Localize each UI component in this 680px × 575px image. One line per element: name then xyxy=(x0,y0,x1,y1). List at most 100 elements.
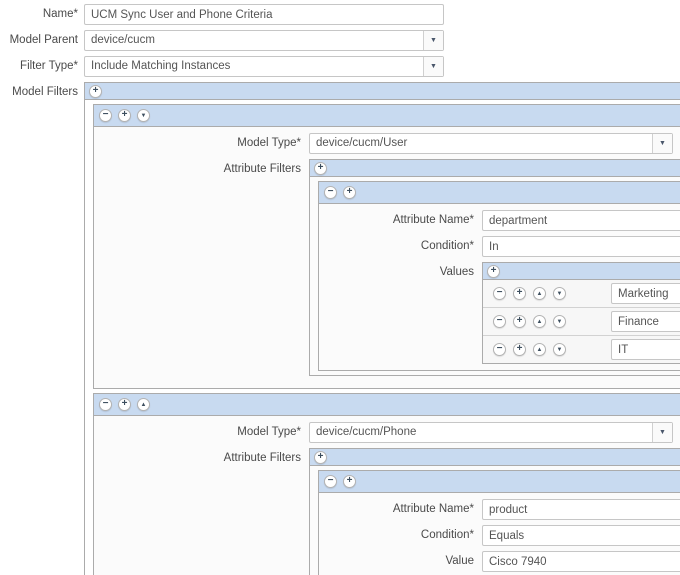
add-attribute-filter-button[interactable]: + xyxy=(343,186,356,199)
add-model-filter-button[interactable]: + xyxy=(89,84,102,98)
attribute-name-label: Attribute Name* xyxy=(392,503,474,515)
plus-icon: + xyxy=(317,450,324,462)
filter-type-label: Filter Type* xyxy=(20,60,78,72)
attribute-filters-container: + − + Attribute Name* xyxy=(309,159,680,376)
values-container: + − + ▲ ▼ Marketing − + ▲ ▼ Finance − + … xyxy=(482,262,680,364)
value-row: − + ▲ ▼ xyxy=(483,335,680,363)
value-input[interactable] xyxy=(611,339,680,360)
value-row-buttons: − + ▲ ▼ xyxy=(493,343,566,356)
minus-icon: − xyxy=(327,186,334,197)
filter-type-row: Filter Type* Include Matching Instances … xyxy=(0,56,680,77)
chevron-down-icon[interactable]: ▼ xyxy=(423,57,443,76)
model-filters-container: + − + ▼ Model Type* device/cucm/User ▼ A… xyxy=(84,82,680,575)
attribute-filters-label: Attribute Filters xyxy=(223,452,301,464)
remove-value-button[interactable]: − xyxy=(493,315,506,328)
model-parent-row: Model Parent device/cucm ▼ xyxy=(0,30,680,51)
model-type-value: device/cucm/Phone xyxy=(316,426,417,438)
name-input[interactable] xyxy=(84,4,444,25)
filter-type-select[interactable]: Include Matching Instances ▼ xyxy=(84,56,444,77)
values-row: Values + − + ▲ ▼ Marketing − + ▲ ▼ Finan… xyxy=(319,262,680,364)
remove-filter-button[interactable]: − xyxy=(99,398,112,411)
name-row: Name* xyxy=(0,4,680,25)
move-value-up-button[interactable]: ▲ xyxy=(533,315,546,328)
model-filters-row: Model Filters + − + ▼ Model Type* device… xyxy=(0,82,680,575)
condition-input[interactable] xyxy=(482,525,680,546)
attribute-name-input[interactable] xyxy=(482,210,680,231)
triangle-down-icon: ▼ xyxy=(556,290,563,297)
move-up-button[interactable]: ▲ xyxy=(137,398,150,411)
value-row: − + ▲ ▼ xyxy=(483,307,680,335)
remove-filter-button[interactable]: − xyxy=(99,109,112,122)
condition-row: Condition* xyxy=(319,525,680,546)
minus-icon: − xyxy=(496,287,503,298)
attribute-filter-panel-header: − + xyxy=(319,182,680,204)
minus-icon: − xyxy=(102,398,109,409)
name-label: Name* xyxy=(42,8,78,20)
values-add-bar: + xyxy=(483,263,680,280)
add-value-button[interactable]: + xyxy=(513,287,526,300)
chevron-down-icon[interactable]: ▼ xyxy=(423,31,443,50)
value-row-buttons: − + ▲ ▼ xyxy=(493,315,566,328)
model-filters-add-bar: + xyxy=(85,83,680,100)
remove-value-button[interactable]: − xyxy=(493,287,506,300)
model-filter-panel-phone-body: Model Type* device/cucm/Phone ▼ Attribut… xyxy=(94,416,680,575)
attribute-name-input[interactable] xyxy=(482,499,680,520)
condition-input[interactable] xyxy=(482,236,680,257)
attribute-filters-label: Attribute Filters xyxy=(223,163,301,175)
chevron-down-icon[interactable]: ▼ xyxy=(652,423,672,442)
model-filter-panel-phone-header: − + ▲ xyxy=(94,394,680,416)
plus-icon: + xyxy=(92,84,99,96)
add-value-button[interactable]: + xyxy=(487,264,500,278)
model-type-select[interactable]: device/cucm/User ▼ xyxy=(309,133,673,154)
attribute-filter-panel-body: Attribute Name* Condition* Value xyxy=(319,493,680,575)
triangle-up-icon: ▲ xyxy=(536,318,543,325)
remove-value-button[interactable]: − xyxy=(493,343,506,356)
move-value-up-button[interactable]: ▲ xyxy=(533,287,546,300)
model-filter-panel-user-body: Model Type* device/cucm/User ▼ Attribute… xyxy=(94,127,680,388)
attribute-filter-panel-product: − + Attribute Name* Conditio xyxy=(318,470,680,575)
add-filter-button[interactable]: + xyxy=(118,109,131,122)
attribute-filters-add-bar: + xyxy=(310,449,680,466)
attribute-name-row: Attribute Name* xyxy=(319,499,680,520)
add-filter-button[interactable]: + xyxy=(118,398,131,411)
attribute-filters-row: Attribute Filters + − + Attribute Name* … xyxy=(94,159,680,376)
minus-icon: − xyxy=(496,315,503,326)
model-type-select[interactable]: device/cucm/Phone ▼ xyxy=(309,422,673,443)
remove-attribute-filter-button[interactable]: − xyxy=(324,186,337,199)
add-attribute-filter-button[interactable]: + xyxy=(314,161,327,175)
attribute-filter-panel-header: − + xyxy=(319,471,680,493)
values-label: Values xyxy=(439,266,474,278)
add-value-button[interactable]: + xyxy=(513,315,526,328)
attribute-name-row: Attribute Name* xyxy=(319,210,680,231)
add-attribute-filter-button[interactable]: + xyxy=(314,450,327,464)
model-parent-select[interactable]: device/cucm ▼ xyxy=(84,30,444,51)
attribute-filters-add-bar: + xyxy=(310,160,680,177)
triangle-down-icon: ▼ xyxy=(556,346,563,353)
attribute-filter-panel-department: − + Attribute Name* Conditio xyxy=(318,181,680,371)
model-type-label: Model Type* xyxy=(237,426,301,438)
triangle-down-icon: ▼ xyxy=(140,112,147,119)
move-down-button[interactable]: ▼ xyxy=(137,109,150,122)
move-value-down-button[interactable]: ▼ xyxy=(553,315,566,328)
attribute-filter-panel-body: Attribute Name* Condition* Values xyxy=(319,204,680,370)
value-input[interactable] xyxy=(611,283,680,304)
plus-icon: + xyxy=(317,161,324,173)
triangle-down-icon: ▼ xyxy=(556,318,563,325)
add-attribute-filter-button[interactable]: + xyxy=(343,475,356,488)
plus-icon: + xyxy=(516,287,523,298)
model-type-row: Model Type* device/cucm/User ▼ xyxy=(94,133,680,154)
model-filter-panel-user-header: − + ▼ xyxy=(94,105,680,127)
value-input[interactable] xyxy=(482,551,680,572)
chevron-down-icon[interactable]: ▼ xyxy=(652,134,672,153)
add-value-button[interactable]: + xyxy=(513,343,526,356)
move-value-down-button[interactable]: ▼ xyxy=(553,343,566,356)
move-value-up-button[interactable]: ▲ xyxy=(533,343,546,356)
minus-icon: − xyxy=(102,109,109,120)
model-type-row: Model Type* device/cucm/Phone ▼ xyxy=(94,422,680,443)
remove-attribute-filter-button[interactable]: − xyxy=(324,475,337,488)
model-parent-label: Model Parent xyxy=(9,34,78,46)
plus-icon: + xyxy=(516,315,523,326)
move-value-down-button[interactable]: ▼ xyxy=(553,287,566,300)
attribute-name-label: Attribute Name* xyxy=(392,214,474,226)
value-input[interactable] xyxy=(611,311,680,332)
